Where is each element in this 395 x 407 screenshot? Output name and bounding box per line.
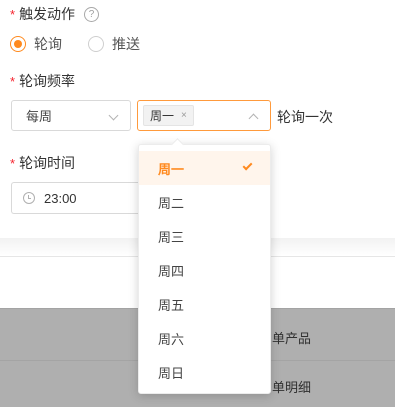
- required-mark: *: [10, 6, 16, 22]
- question-circle-icon[interactable]: ?: [84, 6, 100, 22]
- weekday-tag: 周一 ×: [143, 105, 194, 126]
- period-select-value: 每周: [26, 109, 53, 124]
- weekday-tag-label: 周一: [150, 109, 175, 123]
- option-label: 周一: [158, 161, 185, 177]
- option-tuesday[interactable]: 周二: [139, 185, 270, 219]
- option-sunday[interactable]: 周日: [139, 355, 270, 389]
- radio-polling-dot[interactable]: [10, 36, 26, 52]
- check-icon: [242, 160, 253, 171]
- trigger-action-label-text: 触发动作: [19, 6, 76, 22]
- option-monday[interactable]: 周一: [139, 151, 270, 185]
- polling-frequency-label: * 轮询频率: [10, 71, 75, 91]
- close-icon[interactable]: ×: [181, 110, 187, 121]
- option-label: 周三: [158, 229, 185, 245]
- time-picker[interactable]: 23:00: [11, 182, 151, 214]
- radio-push-label: 推送: [112, 36, 140, 52]
- radio-polling[interactable]: 轮询: [10, 34, 62, 54]
- option-saturday[interactable]: 周六: [139, 321, 270, 355]
- polling-time-label-text: 轮询时间: [19, 155, 76, 171]
- radio-push[interactable]: 推送: [88, 34, 140, 54]
- required-mark: *: [10, 73, 16, 89]
- option-friday[interactable]: 周五: [139, 287, 270, 321]
- trigger-radio-group: 轮询 推送: [10, 35, 140, 53]
- trigger-action-label: * 触发动作 ?: [10, 4, 100, 24]
- chevron-up-icon: [248, 113, 259, 124]
- polling-frequency-label-text: 轮询频率: [19, 73, 76, 89]
- option-wednesday[interactable]: 周三: [139, 219, 270, 253]
- option-label: 周日: [158, 365, 185, 381]
- weekday-dropdown: 周一 周二 周三 周四 周五 周六 周日: [138, 144, 271, 394]
- required-mark: *: [10, 155, 16, 171]
- option-label: 周六: [158, 331, 185, 347]
- radio-push-dot[interactable]: [88, 36, 104, 52]
- option-label: 周五: [158, 297, 185, 313]
- option-label: 周二: [158, 195, 185, 211]
- radio-polling-label: 轮询: [34, 36, 62, 52]
- frequency-suffix: 轮询一次: [277, 109, 333, 125]
- clock-icon: [23, 192, 35, 204]
- polling-time-label: * 轮询时间: [10, 153, 75, 173]
- chevron-down-icon: [108, 110, 119, 121]
- option-thursday[interactable]: 周四: [139, 253, 270, 287]
- time-picker-value: 23:00: [44, 190, 77, 206]
- period-select[interactable]: 每周: [11, 100, 131, 131]
- weekday-select[interactable]: 周一 ×: [137, 100, 271, 131]
- option-label: 周四: [158, 263, 185, 279]
